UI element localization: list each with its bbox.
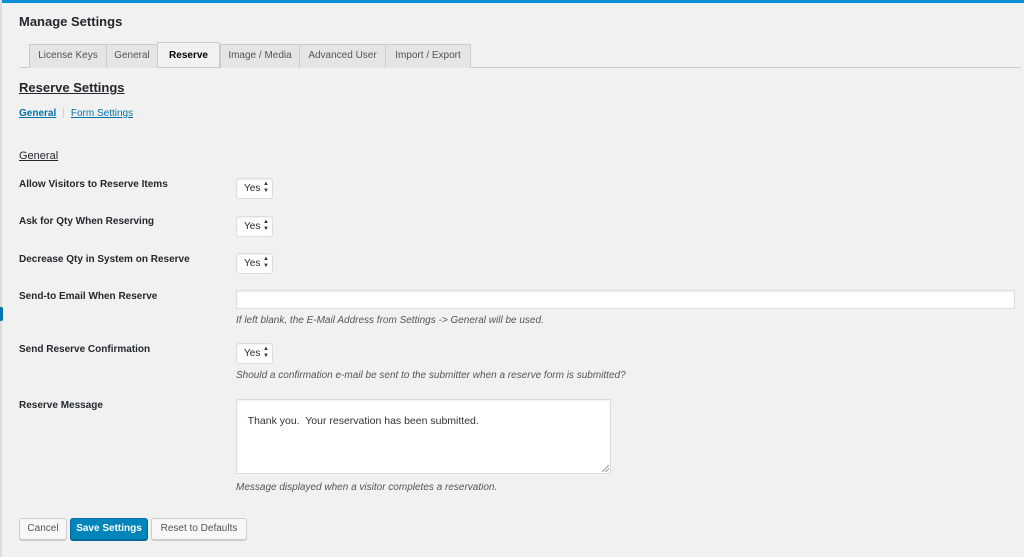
section-title: Reserve Settings (19, 80, 125, 95)
subnav-separator: | (62, 108, 65, 119)
subnav: General | Form Settings (19, 108, 133, 119)
tab-general[interactable]: General (106, 44, 158, 68)
settings-tabs: License Keys General Reserve Image / Med… (20, 42, 1021, 68)
left-edge (0, 0, 2, 557)
send-to-email-input[interactable] (236, 290, 1015, 309)
tab-image-media[interactable]: Image / Media (220, 44, 300, 68)
ask-qty-label: Ask for Qty When Reserving (19, 216, 155, 227)
admin-top-bar (0, 0, 1024, 3)
send-confirmation-select[interactable]: Yes ▲ ▼ (236, 343, 273, 364)
reserve-message-label: Reserve Message (19, 400, 103, 411)
ask-qty-select[interactable]: Yes ▲ ▼ (236, 216, 273, 237)
send-to-email-label: Send-to Email When Reserve (19, 291, 158, 302)
group-title: General (19, 150, 59, 162)
tab-advanced-user[interactable]: Advanced User (299, 44, 386, 68)
up-down-arrows-icon: ▲ ▼ (263, 181, 269, 194)
up-down-arrows-icon: ▲ ▼ (263, 219, 269, 232)
cancel-button[interactable]: Cancel (19, 518, 67, 540)
left-marker (0, 307, 3, 321)
reserve-message-textarea[interactable]: Thank you. Your reservation has been sub… (236, 399, 611, 474)
up-down-arrows-icon: ▲ ▼ (263, 256, 269, 269)
tab-import-export[interactable]: Import / Export (385, 44, 471, 68)
subnav-form-settings-link[interactable]: Form Settings (71, 108, 133, 119)
ask-qty-value: Yes (244, 221, 261, 232)
tab-license-keys[interactable]: License Keys (29, 44, 107, 68)
decrease-qty-label: Decrease Qty in System on Reserve (19, 254, 190, 265)
send-to-email-description: If left blank, the E-Mail Address from S… (236, 315, 544, 326)
allow-visitors-label: Allow Visitors to Reserve Items (19, 179, 168, 190)
reserve-message-description: Message displayed when a visitor complet… (236, 482, 498, 493)
page-title: Manage Settings (19, 14, 123, 29)
subnav-general-link[interactable]: General (19, 108, 56, 119)
up-down-arrows-icon: ▲ ▼ (263, 346, 269, 359)
send-confirmation-value: Yes (244, 348, 261, 359)
send-confirmation-label: Send Reserve Confirmation (19, 344, 151, 355)
send-confirmation-description: Should a confirmation e-mail be sent to … (236, 370, 626, 381)
reset-defaults-button[interactable]: Reset to Defaults (151, 518, 247, 540)
allow-visitors-select[interactable]: Yes ▲ ▼ (236, 178, 273, 199)
decrease-qty-select[interactable]: Yes ▲ ▼ (236, 253, 273, 274)
decrease-qty-value: Yes (244, 258, 261, 269)
allow-visitors-value: Yes (244, 183, 261, 194)
save-settings-button[interactable]: Save Settings (70, 518, 148, 540)
resize-grip-icon[interactable] (602, 465, 609, 472)
tab-reserve[interactable]: Reserve (157, 42, 220, 67)
reserve-message-value: Thank you. Your reservation has been sub… (247, 415, 479, 427)
